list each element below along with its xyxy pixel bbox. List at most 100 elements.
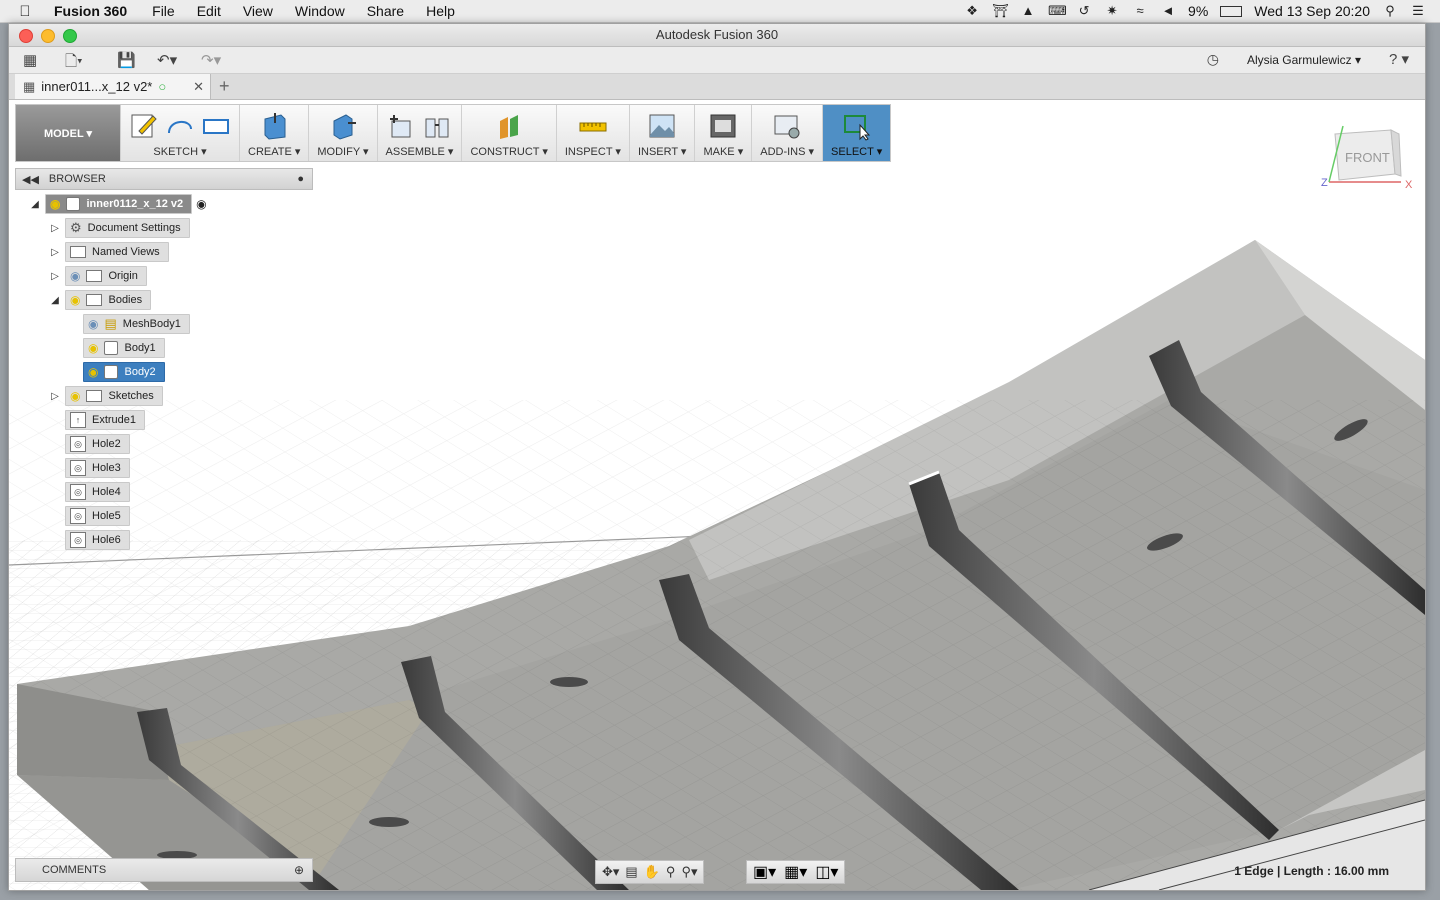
menu-window[interactable]: Window <box>284 3 356 19</box>
visibility-bulb-icon[interactable]: ◉ <box>88 365 98 379</box>
rectangle-icon[interactable] <box>201 111 231 141</box>
viewports-icon[interactable]: ◫▾ <box>815 862 838 882</box>
close-window-button[interactable] <box>19 29 33 43</box>
drive-icon[interactable]: ▲ <box>1020 4 1036 18</box>
assemble-group[interactable]: ASSEMBLE ▾ <box>376 105 462 161</box>
comments-panel[interactable]: COMMENTS ⊕ <box>15 858 313 882</box>
modify-menu-label[interactable]: MODIFY ▾ <box>317 145 368 158</box>
battery-icon[interactable] <box>1220 5 1243 17</box>
minimize-browser-icon[interactable]: ● <box>297 173 304 185</box>
select-cursor-icon[interactable] <box>842 111 872 141</box>
menu-file[interactable]: File <box>141 3 186 19</box>
press-pull-icon[interactable] <box>328 111 358 141</box>
volume-icon[interactable]: ◄ <box>1160 4 1176 18</box>
visibility-bulb-off-icon[interactable]: ◉ <box>70 269 80 283</box>
redo-icon[interactable]: ↷▾ <box>201 51 221 69</box>
inspect-menu-label[interactable]: INSPECT ▾ <box>565 145 621 158</box>
measure-icon[interactable] <box>578 111 608 141</box>
viewcube[interactable]: FRONT X Z <box>1321 124 1421 204</box>
browser-header[interactable]: ◀◀ BROWSER ● <box>15 168 313 190</box>
expand-icon[interactable]: ▷ <box>49 271 61 282</box>
tree-root[interactable]: ◢ ◉ inner0112_x_12 v2 ◉ <box>29 194 207 214</box>
menu-view[interactable]: View <box>232 3 284 19</box>
history-item-hole3[interactable]: ◎ Hole3 <box>65 458 130 478</box>
expand-icon[interactable]: ▷ <box>49 391 61 402</box>
history-item-extrude1[interactable]: ↑ Extrude1 <box>65 410 146 430</box>
inspect-group[interactable]: INSPECT ▾ <box>555 105 629 161</box>
make-menu-label[interactable]: MAKE ▾ <box>703 145 743 158</box>
menu-share[interactable]: Share <box>356 3 415 19</box>
time-machine-icon[interactable]: ↺ <box>1076 4 1092 18</box>
fit-icon[interactable]: ⚲▾ <box>681 864 697 880</box>
user-account-menu[interactable]: Alysia Garmulewicz ▾ <box>1247 53 1361 67</box>
orbit-icon[interactable]: ✥▾ <box>602 864 619 880</box>
tree-item-bodies[interactable]: ◢ ◉ Bodies <box>49 290 152 310</box>
viewcube-face-label[interactable]: FRONT <box>1345 150 1390 165</box>
history-item-hole6[interactable]: ◎ Hole6 <box>65 530 130 550</box>
zoom-icon[interactable]: ⚲ <box>666 864 676 880</box>
grid-settings-icon[interactable]: ▦▾ <box>784 862 807 882</box>
expand-icon[interactable]: ▷ <box>49 247 61 258</box>
add-comment-icon[interactable]: ⊕ <box>294 863 304 877</box>
construct-group[interactable]: CONSTRUCT ▾ <box>461 105 555 161</box>
activate-radio-icon[interactable]: ◉ <box>196 197 206 211</box>
create-menu-label[interactable]: CREATE ▾ <box>248 145 300 158</box>
new-component-icon[interactable] <box>386 111 416 141</box>
construct-menu-label[interactable]: CONSTRUCT ▾ <box>470 145 547 158</box>
apple-menu-icon[interactable]:  <box>0 3 50 20</box>
offset-plane-icon[interactable] <box>494 111 524 141</box>
look-at-icon[interactable]: ▤ <box>625 864 637 880</box>
tree-item-body2[interactable]: ◉ Body2 <box>83 362 165 382</box>
3d-canvas[interactable] <box>9 100 1425 890</box>
dropbox-icon[interactable]: ❖ <box>964 4 980 18</box>
tree-item-sketches[interactable]: ▷ ◉ Sketches <box>49 386 163 406</box>
minimize-window-button[interactable] <box>41 29 55 43</box>
close-tab-icon[interactable]: ✕ <box>193 79 204 95</box>
tree-item-meshbody1[interactable]: ◉ ▤ MeshBody1 <box>83 314 190 334</box>
assemble-menu-label[interactable]: ASSEMBLE ▾ <box>386 145 454 158</box>
sketch-group[interactable]: SKETCH ▾ <box>120 105 239 161</box>
notification-center-icon[interactable]: ☰ <box>1410 4 1426 18</box>
joint-icon[interactable] <box>422 111 452 141</box>
history-item-hole4[interactable]: ◎ Hole4 <box>65 482 130 502</box>
tree-item-origin[interactable]: ▷ ◉ Origin <box>49 266 147 286</box>
file-menu-icon[interactable]: 🗋▾ <box>65 51 83 76</box>
select-menu-label[interactable]: SELECT ▾ <box>831 145 882 158</box>
extrude-icon[interactable] <box>259 111 289 141</box>
3d-print-icon[interactable] <box>708 111 738 141</box>
make-group[interactable]: MAKE ▾ <box>694 105 751 161</box>
bluetooth-icon[interactable]: ✷ <box>1104 4 1120 18</box>
clock-text[interactable]: Wed 13 Sep 20:20 <box>1254 3 1370 19</box>
bank-icon[interactable]: ⛩ <box>992 4 1009 18</box>
visibility-bulb-icon[interactable]: ◉ <box>50 197 60 211</box>
select-group[interactable]: SELECT ▾ <box>822 105 891 161</box>
undo-icon[interactable]: ↶▾ <box>157 51 177 69</box>
sketch-menu-label[interactable]: SKETCH ▾ <box>153 145 206 158</box>
history-item-hole5[interactable]: ◎ Hole5 <box>65 506 130 526</box>
history-item-hole2[interactable]: ◎ Hole2 <box>65 434 130 454</box>
keyboard-icon[interactable]: ⌨ <box>1048 4 1067 18</box>
display-settings-icon[interactable]: ▣▾ <box>753 862 776 882</box>
insert-menu-label[interactable]: INSERT ▾ <box>638 145 687 158</box>
visibility-bulb-icon[interactable]: ◉ <box>70 389 80 403</box>
collapse-root-icon[interactable]: ◢ <box>29 199 41 210</box>
menu-help[interactable]: Help <box>415 3 466 19</box>
pan-hand-icon[interactable]: ✋ <box>644 864 660 880</box>
create-sketch-icon[interactable] <box>129 111 159 141</box>
arc-icon[interactable] <box>165 111 195 141</box>
tree-item-named-views[interactable]: ▷ Named Views <box>49 242 169 262</box>
new-tab-button[interactable]: + <box>219 76 230 97</box>
collapse-browser-icon[interactable]: ◀◀ <box>22 173 39 186</box>
insert-group[interactable]: INSERT ▾ <box>628 105 695 161</box>
zoom-window-button[interactable] <box>63 29 77 43</box>
battery-percent[interactable]: 9% <box>1188 3 1208 19</box>
menu-edit[interactable]: Edit <box>186 3 232 19</box>
insert-image-icon[interactable] <box>647 111 677 141</box>
workspace-switcher[interactable]: MODEL ▾ <box>16 105 120 161</box>
data-panel-grid-icon[interactable]: ▦ <box>23 51 37 69</box>
spotlight-search-icon[interactable]: ⚲ <box>1382 4 1398 18</box>
collapse-icon[interactable]: ◢ <box>49 295 61 306</box>
create-group[interactable]: CREATE ▾ <box>239 105 308 161</box>
visibility-bulb-icon[interactable]: ◉ <box>88 341 98 355</box>
modify-group[interactable]: MODIFY ▾ <box>308 105 376 161</box>
